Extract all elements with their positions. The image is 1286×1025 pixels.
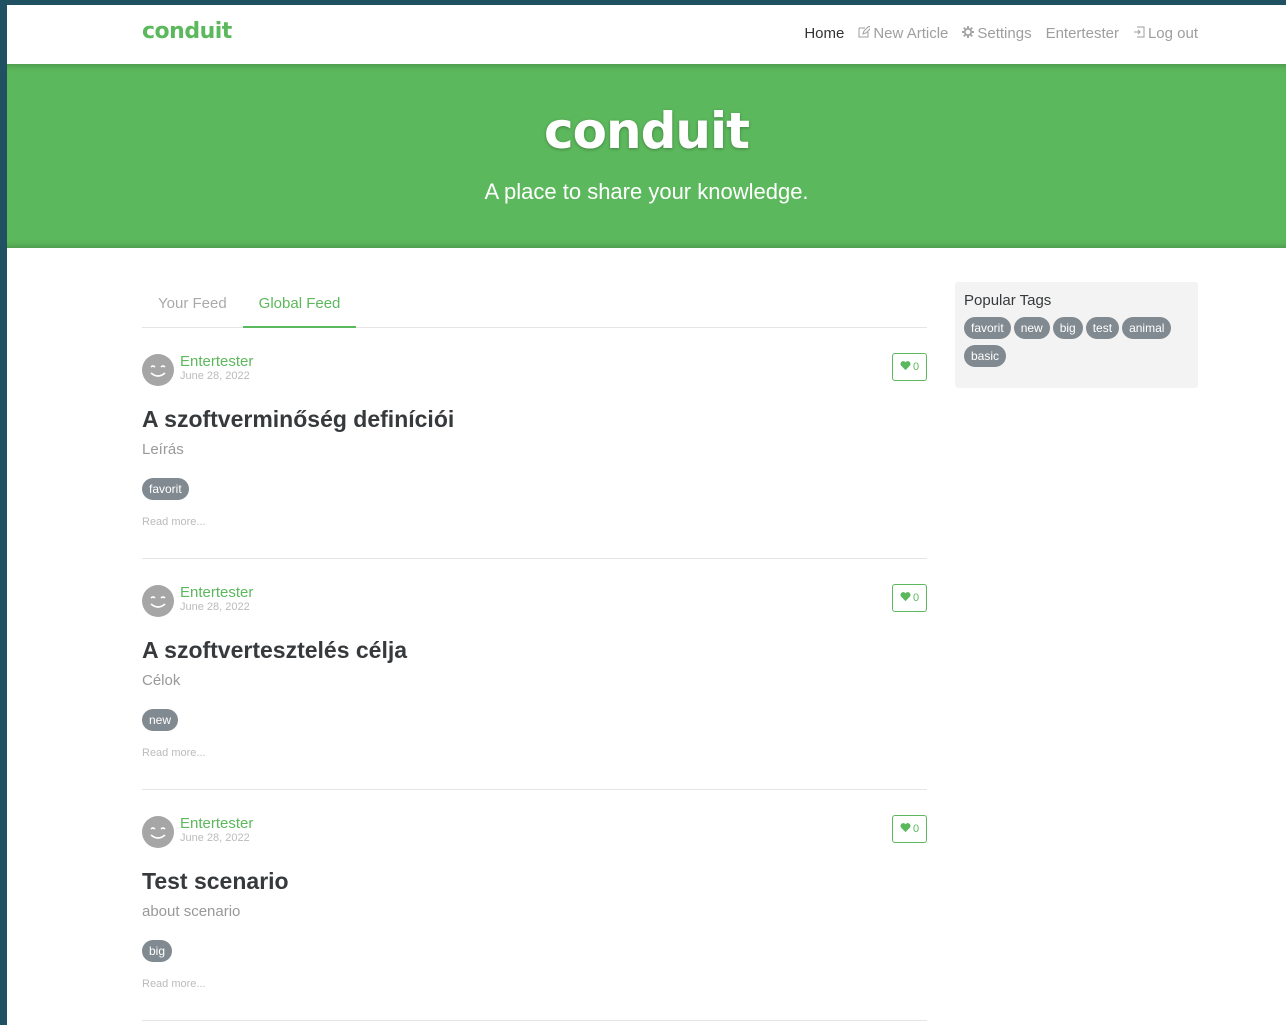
author-link[interactable]: Entertester bbox=[180, 584, 253, 601]
favorite-count: 0 bbox=[912, 592, 920, 604]
article-tag: favorit bbox=[142, 478, 189, 500]
author-link[interactable]: Entertester bbox=[180, 815, 253, 832]
read-more-link[interactable]: Read more... bbox=[142, 747, 206, 759]
tag-list: favorit new big test animal basic bbox=[964, 317, 1189, 367]
tag-pill[interactable]: basic bbox=[964, 345, 1007, 367]
article-title[interactable]: A szoftvertesztelés célja bbox=[142, 637, 407, 664]
article-tag: big bbox=[142, 940, 173, 962]
article-preview: Entertester June 28, 2022 0 A szoftverte… bbox=[142, 559, 927, 790]
avatar[interactable] bbox=[142, 816, 174, 848]
article-date: June 28, 2022 bbox=[180, 370, 250, 382]
tag-pill[interactable]: test bbox=[1085, 317, 1120, 339]
nav-settings-label: Settings bbox=[977, 25, 1032, 42]
author-link[interactable]: Entertester bbox=[180, 353, 253, 370]
brand-logo[interactable]: conduit bbox=[142, 19, 232, 44]
nav-logout-label: Log out bbox=[1147, 25, 1198, 42]
nav-new-article-label: New Article bbox=[873, 25, 949, 42]
favorite-button[interactable]: 0 bbox=[892, 353, 927, 381]
article-title[interactable]: Test scenario bbox=[142, 868, 289, 895]
nav-logout[interactable]: Log out bbox=[1133, 25, 1198, 42]
logout-icon bbox=[1133, 25, 1145, 42]
article-preview: Entertester June 28, 2022 0 A szoftvermi… bbox=[142, 328, 927, 559]
nav-settings[interactable]: Settings bbox=[962, 25, 1032, 42]
nav-links: Home New Article Settings Entertester Lo… bbox=[804, 25, 1198, 42]
edit-icon bbox=[858, 25, 873, 42]
gear-icon bbox=[962, 25, 975, 42]
article-meta: Entertester June 28, 2022 bbox=[142, 584, 253, 617]
tag-pill[interactable]: animal bbox=[1122, 317, 1172, 339]
browser-viewport: conduit Home New Article Settings Entert… bbox=[7, 5, 1286, 1025]
heart-icon bbox=[900, 822, 911, 836]
feed-tabs: Your Feed Global Feed bbox=[142, 287, 927, 328]
banner-title: conduit bbox=[543, 102, 750, 160]
read-more-link[interactable]: Read more... bbox=[142, 978, 206, 990]
tag-pill[interactable]: favorit bbox=[964, 317, 1011, 339]
article-meta: Entertester June 28, 2022 bbox=[142, 353, 253, 386]
article-tag: new bbox=[142, 709, 179, 731]
hero-banner: conduit A place to share your knowledge. bbox=[7, 64, 1286, 248]
article-description: about scenario bbox=[142, 903, 241, 920]
nav-home[interactable]: Home bbox=[804, 25, 844, 42]
heart-icon bbox=[900, 360, 911, 374]
article-description: Célok bbox=[142, 672, 181, 689]
heart-icon bbox=[900, 591, 911, 605]
article-title[interactable]: A szoftverminőség definíciói bbox=[142, 406, 454, 433]
nav-profile[interactable]: Entertester bbox=[1046, 25, 1119, 42]
article-date: June 28, 2022 bbox=[180, 832, 250, 844]
popular-tags-sidebar: Popular Tags favorit new big test animal… bbox=[955, 282, 1198, 388]
banner-subtitle: A place to share your knowledge. bbox=[484, 179, 809, 204]
favorite-count: 0 bbox=[912, 361, 920, 373]
avatar[interactable] bbox=[142, 354, 174, 386]
nav-home-label: Home bbox=[804, 25, 845, 42]
favorite-count: 0 bbox=[912, 823, 920, 835]
article-preview: Entertester June 28, 2022 0 Test scenari… bbox=[142, 790, 927, 1021]
tag-pill[interactable]: new bbox=[1013, 317, 1050, 339]
read-more-link[interactable]: Read more... bbox=[142, 516, 206, 528]
tab-global-feed[interactable]: Global Feed bbox=[242, 287, 357, 328]
favorite-button[interactable]: 0 bbox=[892, 815, 927, 843]
article-description: Leírás bbox=[142, 441, 184, 458]
navbar: conduit Home New Article Settings Entert… bbox=[7, 5, 1286, 64]
tab-your-feed[interactable]: Your Feed bbox=[142, 287, 243, 328]
article-date: June 28, 2022 bbox=[180, 601, 250, 613]
article-feed: Your Feed Global Feed Entertester June 2… bbox=[142, 287, 927, 1021]
nav-profile-label: Entertester bbox=[1045, 25, 1119, 42]
avatar[interactable] bbox=[142, 585, 174, 617]
article-meta: Entertester June 28, 2022 bbox=[142, 815, 253, 848]
nav-new-article[interactable]: New Article bbox=[858, 25, 948, 42]
sidebar-title: Popular Tags bbox=[964, 292, 1052, 309]
favorite-button[interactable]: 0 bbox=[892, 584, 927, 612]
tag-pill[interactable]: big bbox=[1052, 317, 1083, 339]
